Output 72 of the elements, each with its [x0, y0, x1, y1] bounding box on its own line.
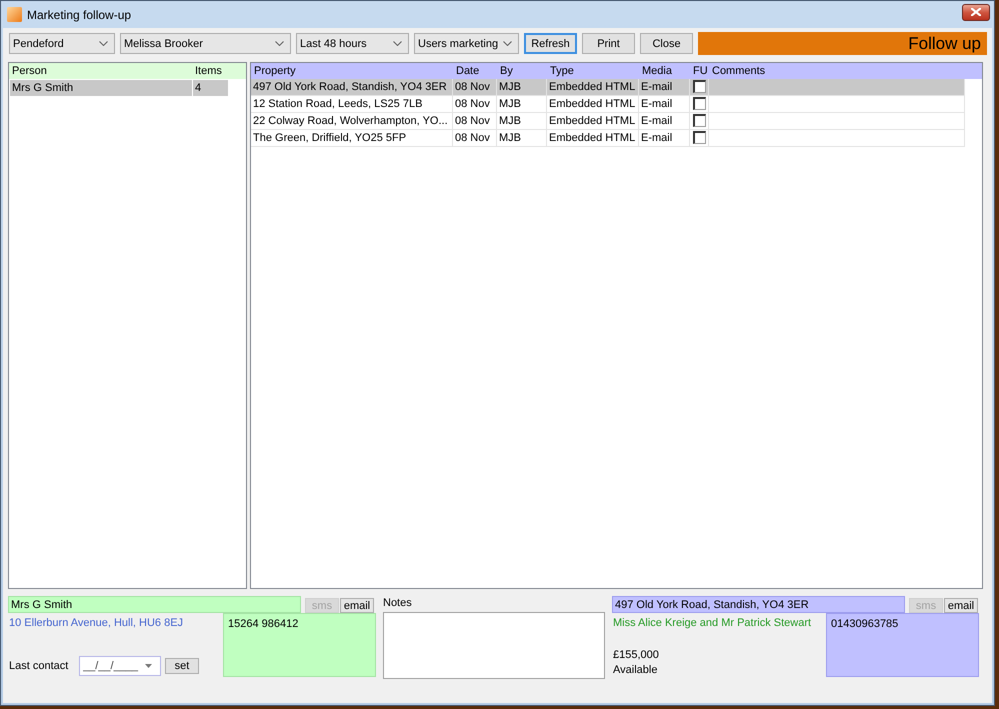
table-row[interactable]: 497 Old York Road, Standish, YO4 3ER 08 Nov MJB Embedded HTML E-mail	[251, 79, 965, 96]
table-cell: Embedded HTML	[547, 113, 639, 129]
caret-icon	[145, 664, 152, 668]
column-header[interactable]: By	[497, 65, 547, 77]
chevron-icon	[275, 41, 284, 46]
table-row[interactable]: Mrs G Smith 4	[10, 80, 228, 96]
table-row[interactable]: The Green, Driffield, YO25 5FP 08 Nov MJB Embedded HTML E-mail	[251, 130, 965, 147]
set-button[interactable]: set	[165, 658, 199, 674]
table-cell: 497 Old York Road, Standish, YO4 3ER	[251, 79, 453, 95]
table-cell: MJB	[497, 130, 547, 146]
email-button[interactable]: email	[340, 598, 374, 613]
notes-label: Notes	[383, 596, 413, 611]
field-label: Last contact	[9, 660, 70, 672]
phone-field[interactable]: 01430963785	[826, 613, 979, 677]
checkbox[interactable]	[693, 131, 706, 144]
checkbox[interactable]	[693, 97, 706, 110]
chevron-icon	[393, 41, 402, 46]
table-cell: 08 Nov	[453, 79, 497, 95]
table-cell: 08 Nov	[453, 130, 497, 146]
address-field[interactable]: 497 Old York Road, Standish, YO4 3ER	[612, 596, 905, 613]
table-cell: 12 Station Road, Leeds, LS25 7LB	[251, 96, 453, 112]
toolbar-button[interactable]: Close	[640, 33, 693, 54]
address-link[interactable]: 10 Ellerburn Avenue, Hull, HU6 8EJ	[9, 617, 223, 629]
chevron-icon	[99, 41, 108, 46]
table-cell: E-mail	[639, 79, 690, 95]
table-cell: MJB	[497, 113, 547, 129]
close-icon	[971, 8, 981, 16]
column-header[interactable]: FU	[690, 65, 709, 77]
column-header[interactable]: Property	[251, 65, 453, 77]
column-header[interactable]: Media	[639, 65, 690, 77]
table-cell: E-mail	[639, 130, 690, 146]
status-banner: Follow up	[698, 32, 987, 55]
app-icon	[7, 7, 22, 22]
window-title: Marketing follow-up	[27, 8, 132, 22]
table-cell: Embedded HTML	[547, 79, 639, 95]
table-cell: E-mail	[639, 96, 690, 112]
table-cell: Embedded HTML	[547, 130, 639, 146]
close-button[interactable]	[962, 4, 990, 20]
table-cell: MJB	[497, 79, 547, 95]
table-cell: 08 Nov	[453, 96, 497, 112]
table-cell: MJB	[497, 96, 547, 112]
table-cell: 4	[192, 80, 228, 96]
email-button[interactable]: email	[944, 598, 978, 613]
table-cell: E-mail	[639, 113, 690, 129]
table-cell: Embedded HTML	[547, 96, 639, 112]
toolbar-button[interactable]: Print	[582, 33, 635, 54]
name-field[interactable]: Mrs G Smith	[8, 596, 301, 613]
checkbox[interactable]	[693, 80, 706, 93]
column-header[interactable]: Items	[192, 65, 228, 77]
column-header[interactable]: Date	[453, 65, 497, 77]
notes-field[interactable]	[383, 612, 605, 679]
column-header[interactable]: Comments	[709, 65, 965, 77]
dropdown[interactable]: Users marketing	[414, 33, 519, 54]
table-cell: The Green, Driffield, YO25 5FP	[251, 130, 453, 146]
chevron-icon	[503, 41, 512, 46]
dropdown[interactable]: Last 48 hours	[296, 33, 409, 54]
toolbar-button[interactable]: Refresh	[524, 33, 577, 54]
checkbox[interactable]	[693, 114, 706, 127]
table-cell-text: Mrs G Smith	[11, 81, 74, 96]
dropdown[interactable]: Melissa Brooker	[120, 33, 291, 54]
date-field[interactable]: __/__/____	[79, 656, 161, 676]
phone-field[interactable]: 15264 986412	[223, 613, 376, 677]
table-row[interactable]: 12 Station Road, Leeds, LS25 7LB 08 Nov MJB Embedded HTML E-mail	[251, 96, 965, 113]
price-label: £155,000	[613, 649, 660, 661]
table-cell: 08 Nov	[453, 113, 497, 129]
dropdown[interactable]: Pendeford	[9, 33, 115, 54]
column-header[interactable]: Person	[9, 65, 192, 77]
owners-label: Miss Alice Kreige and Mr Patrick Stewart	[613, 617, 812, 629]
table-cell: 22 Colway Road, Wolverhampton, YO...	[251, 113, 453, 129]
column-header[interactable]: Type	[547, 65, 639, 77]
table-row[interactable]: 22 Colway Road, Wolverhampton, YO... 08 Nov MJB Embedded HTML E-mail	[251, 113, 965, 130]
status-label: Available	[613, 664, 658, 676]
